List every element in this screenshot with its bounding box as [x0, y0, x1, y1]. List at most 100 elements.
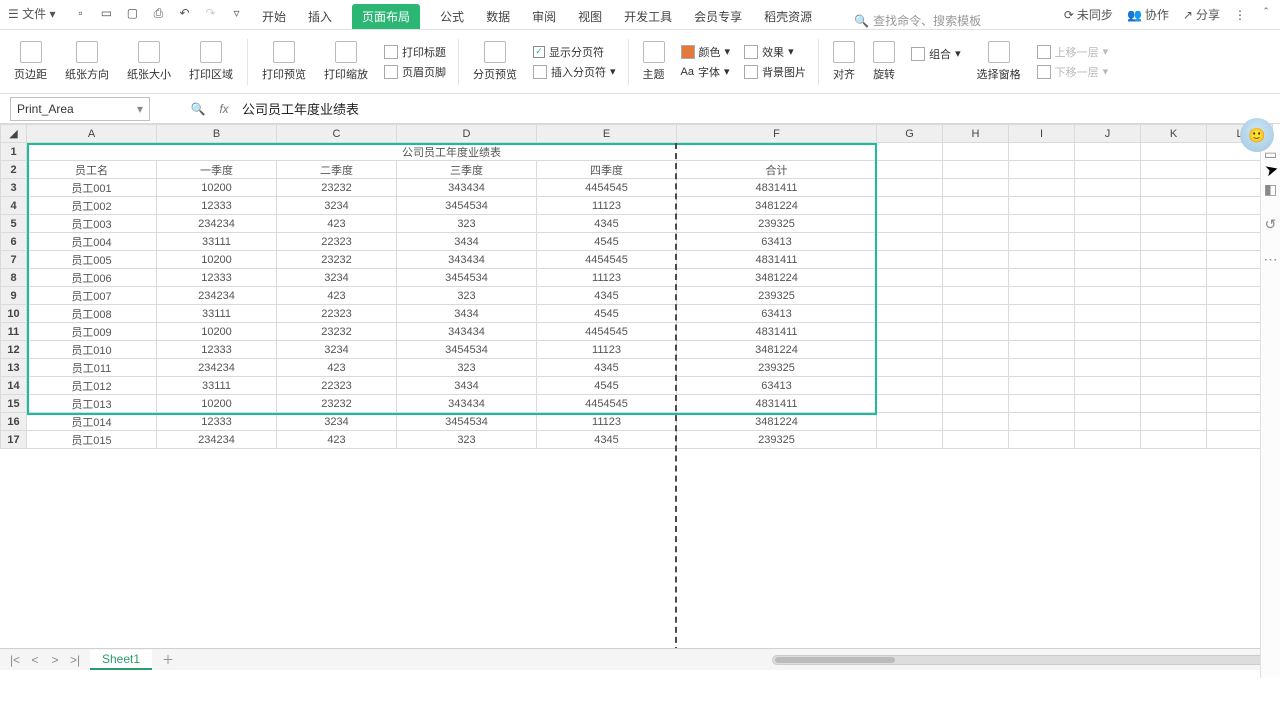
row-header[interactable]: 7 [1, 251, 27, 269]
empty-cell[interactable] [877, 413, 943, 431]
empty-cell[interactable] [1141, 323, 1207, 341]
data-cell[interactable]: 3234 [277, 269, 397, 287]
row-header[interactable]: 13 [1, 359, 27, 377]
tab-page-layout[interactable]: 页面布局 [352, 4, 420, 29]
data-cell[interactable]: 10200 [157, 179, 277, 197]
empty-cell[interactable] [1141, 179, 1207, 197]
empty-cell[interactable] [877, 197, 943, 215]
empty-cell[interactable] [943, 179, 1009, 197]
data-cell[interactable]: 3434 [397, 233, 537, 251]
empty-cell[interactable] [943, 251, 1009, 269]
row-header[interactable]: 5 [1, 215, 27, 233]
empty-cell[interactable] [1141, 197, 1207, 215]
empty-cell[interactable] [877, 287, 943, 305]
empty-cell[interactable] [1141, 377, 1207, 395]
empty-cell[interactable] [943, 395, 1009, 413]
data-cell[interactable]: 员工004 [27, 233, 157, 251]
column-header[interactable]: G [877, 125, 943, 143]
data-cell[interactable]: 4831411 [677, 251, 877, 269]
empty-cell[interactable] [1075, 377, 1141, 395]
empty-cell[interactable] [1009, 251, 1075, 269]
empty-cell[interactable] [1141, 269, 1207, 287]
horizontal-scrollbar[interactable] [772, 655, 1272, 665]
row-header[interactable]: 10 [1, 305, 27, 323]
page-break-preview-button[interactable]: 分页预览 [467, 34, 523, 90]
data-cell[interactable]: 12333 [157, 413, 277, 431]
share-button[interactable]: ↗ 分享 [1183, 6, 1220, 23]
empty-cell[interactable] [1075, 431, 1141, 449]
empty-cell[interactable] [877, 161, 943, 179]
empty-cell[interactable] [1141, 143, 1207, 161]
empty-cell[interactable] [1075, 161, 1141, 179]
data-cell[interactable]: 4545 [537, 377, 677, 395]
column-header[interactable]: K [1141, 125, 1207, 143]
empty-cell[interactable] [1009, 395, 1075, 413]
row-header[interactable]: 12 [1, 341, 27, 359]
tab-view[interactable]: 视图 [576, 4, 604, 29]
data-cell[interactable]: 239325 [677, 287, 877, 305]
empty-cell[interactable] [877, 215, 943, 233]
data-cell[interactable]: 234234 [157, 359, 277, 377]
column-header[interactable]: D [397, 125, 537, 143]
assistant-avatar-icon[interactable]: 🙂 [1240, 118, 1274, 152]
empty-cell[interactable] [1075, 341, 1141, 359]
data-cell[interactable]: 3481224 [677, 197, 877, 215]
data-cell[interactable]: 3454534 [397, 413, 537, 431]
tab-docer[interactable]: 稻壳资源 [762, 4, 814, 29]
data-cell[interactable]: 员工014 [27, 413, 157, 431]
row-header[interactable]: 6 [1, 233, 27, 251]
empty-cell[interactable] [943, 413, 1009, 431]
empty-cell[interactable] [943, 233, 1009, 251]
data-cell[interactable]: 员工011 [27, 359, 157, 377]
empty-cell[interactable] [943, 377, 1009, 395]
table-header-cell[interactable]: 合计 [677, 161, 877, 179]
data-cell[interactable]: 员工015 [27, 431, 157, 449]
side-history-icon[interactable]: ↺ [1265, 216, 1277, 233]
empty-cell[interactable] [1141, 287, 1207, 305]
insert-page-break-button[interactable]: 插入分页符▾ [533, 64, 616, 80]
data-cell[interactable]: 员工007 [27, 287, 157, 305]
empty-cell[interactable] [1009, 377, 1075, 395]
theme-effect-button[interactable]: 效果▾ [744, 44, 806, 60]
empty-cell[interactable] [1009, 215, 1075, 233]
data-cell[interactable]: 33111 [157, 233, 277, 251]
empty-cell[interactable] [1141, 305, 1207, 323]
data-cell[interactable]: 234234 [157, 431, 277, 449]
data-cell[interactable]: 323 [397, 359, 537, 377]
theme-font-button[interactable]: Aa 字体▾ [681, 64, 731, 80]
data-cell[interactable]: 员工006 [27, 269, 157, 287]
empty-cell[interactable] [1141, 395, 1207, 413]
row-header[interactable]: 2 [1, 161, 27, 179]
margins-button[interactable]: 页边距 [8, 34, 53, 90]
data-cell[interactable]: 343434 [397, 395, 537, 413]
empty-cell[interactable] [1075, 287, 1141, 305]
empty-cell[interactable] [877, 179, 943, 197]
data-cell[interactable]: 12333 [157, 197, 277, 215]
data-cell[interactable]: 员工001 [27, 179, 157, 197]
table-header-cell[interactable]: 一季度 [157, 161, 277, 179]
data-cell[interactable]: 4345 [537, 359, 677, 377]
row-header[interactable]: 16 [1, 413, 27, 431]
empty-cell[interactable] [1141, 161, 1207, 179]
collapse-ribbon-icon[interactable]: ＾ [1260, 6, 1272, 23]
data-cell[interactable]: 323 [397, 215, 537, 233]
file-menu[interactable]: ☰ 文件 ▾ [8, 5, 55, 22]
tab-review[interactable]: 审阅 [530, 4, 558, 29]
data-cell[interactable]: 员工009 [27, 323, 157, 341]
data-cell[interactable]: 11123 [537, 197, 677, 215]
qat-new-icon[interactable]: ▫ [71, 4, 89, 22]
data-cell[interactable]: 323 [397, 431, 537, 449]
empty-cell[interactable] [877, 395, 943, 413]
column-header[interactable]: C [277, 125, 397, 143]
empty-cell[interactable] [1075, 413, 1141, 431]
empty-cell[interactable] [1141, 341, 1207, 359]
empty-cell[interactable] [943, 269, 1009, 287]
table-title-cell[interactable]: 公司员工年度业绩表 [27, 143, 877, 161]
empty-cell[interactable] [1075, 179, 1141, 197]
data-cell[interactable]: 343434 [397, 251, 537, 269]
sheet-nav-next-icon[interactable]: > [48, 653, 62, 667]
empty-cell[interactable] [943, 161, 1009, 179]
empty-cell[interactable] [943, 431, 1009, 449]
data-cell[interactable]: 11123 [537, 341, 677, 359]
theme-color-button[interactable]: 颜色▾ [681, 44, 731, 60]
